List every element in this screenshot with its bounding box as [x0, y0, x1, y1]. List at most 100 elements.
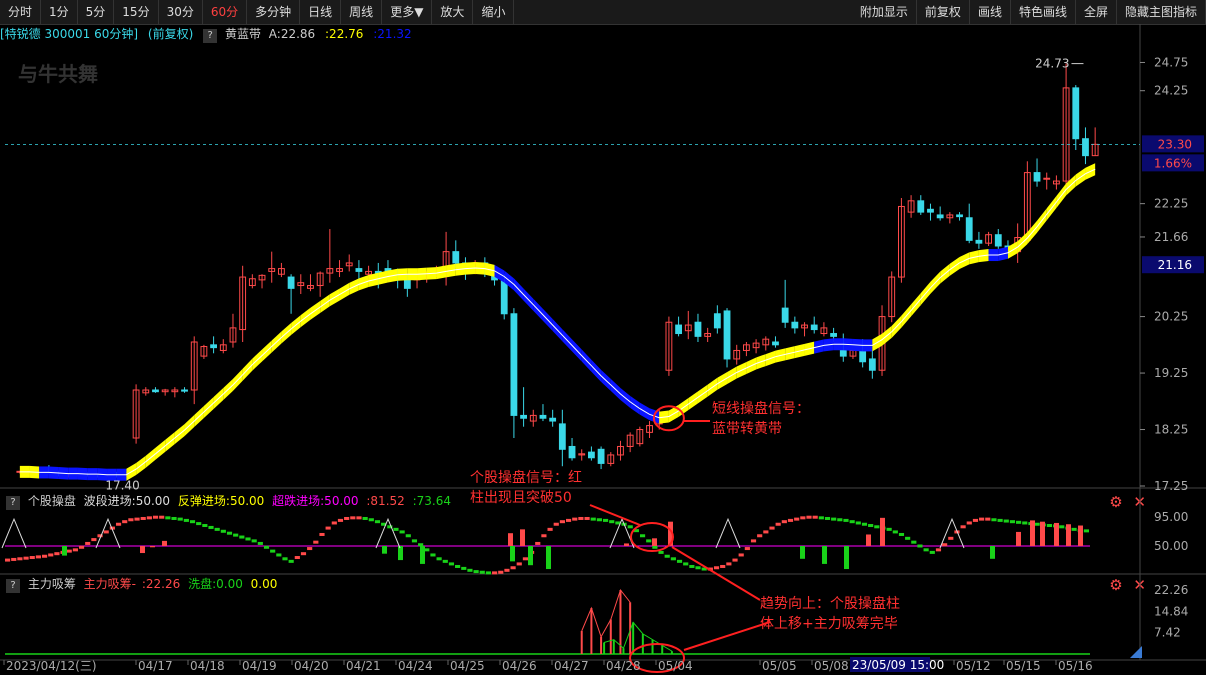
band-segment: [988, 249, 999, 262]
oscillator-dash: [313, 540, 319, 544]
band-segment: [610, 378, 621, 400]
oscillator-dash: [979, 517, 985, 521]
band-segment: [484, 262, 495, 277]
band-segment: [397, 268, 408, 281]
oscillator-dash: [35, 555, 41, 559]
indicator-yellow-value: :22.76: [325, 27, 364, 41]
candle-body: [1014, 237, 1022, 253]
oscillator-green-bar: [398, 546, 403, 561]
candle-body: [975, 239, 983, 244]
candle-body: [520, 414, 527, 419]
toolbar-right-btn-0[interactable]: 附加显示: [852, 0, 917, 24]
toolbar-btn-11[interactable]: 缩小: [473, 0, 515, 24]
band-segment: [1075, 167, 1086, 187]
band-segment: [775, 348, 786, 363]
toolbar-btn-3[interactable]: 15分: [114, 0, 159, 24]
oscillator-dash: [874, 525, 880, 529]
candle-body: [1053, 180, 1060, 185]
oscillator-dash: [541, 534, 547, 538]
oscillator-dash: [578, 516, 584, 520]
toolbar-right-btn-1[interactable]: 前复权: [917, 0, 970, 24]
oscillator-dash: [405, 534, 411, 538]
oscillator-dash: [208, 525, 214, 529]
adjust-mode[interactable]: (前复权): [148, 27, 193, 41]
candle-body: [345, 262, 353, 267]
help-icon[interactable]: ?: [203, 29, 218, 43]
toolbar-btn-6[interactable]: 多分钟: [247, 0, 301, 24]
settings-gear-icon[interactable]: ⚙: [1109, 493, 1122, 511]
toolbar-btn-9[interactable]: 更多▼: [382, 0, 433, 24]
settings-gear-icon[interactable]: ⚙: [1109, 576, 1122, 594]
toolbar-btn-0[interactable]: 分时: [0, 0, 42, 24]
panel2-name[interactable]: 个股操盘: [28, 494, 76, 508]
band-segment: [785, 346, 795, 361]
band-segment: [77, 467, 88, 481]
panel2-help-icon[interactable]: ?: [6, 496, 20, 510]
oscillator-dash: [374, 520, 381, 524]
oscillator-dash: [812, 515, 818, 519]
x-axis-label: 05/05: [762, 659, 797, 673]
band-segment: [562, 329, 573, 352]
close-icon[interactable]: ✕: [1133, 493, 1146, 511]
band-segment: [368, 272, 379, 288]
oscillator-dash: [794, 517, 800, 521]
toolbar-btn-7[interactable]: 日线: [300, 0, 342, 24]
toolbar-btn-2[interactable]: 5分: [78, 0, 115, 24]
oscillator-dash: [436, 557, 442, 561]
toolbar-btn-4[interactable]: 30分: [159, 0, 203, 24]
annotation-text: 趋势向上：个股操盘柱: [760, 595, 900, 612]
stock-title[interactable]: [特锐德 300001 60分钟]: [0, 27, 138, 41]
band-segment: [978, 249, 989, 263]
candle-body: [384, 268, 392, 275]
candle-body: [26, 470, 33, 473]
toolbar-right-btn-2[interactable]: 画线: [970, 0, 1011, 24]
band-segment: [736, 361, 747, 379]
oscillator-red-bar: [668, 521, 673, 546]
oscillator-dash: [226, 531, 233, 535]
panel3-help-icon[interactable]: ?: [6, 579, 20, 593]
toolbar-btn-1[interactable]: 1分: [41, 0, 78, 24]
x-axis-label: 04/25: [450, 659, 485, 673]
candle-body: [229, 327, 237, 343]
candle-body: [268, 268, 276, 272]
candle-body: [956, 214, 963, 218]
toolbar-right-btn-5[interactable]: 隐藏主图指标: [1117, 0, 1206, 24]
band-segment: [165, 432, 175, 452]
indicator-name[interactable]: 黄蓝带: [225, 27, 261, 41]
band-segment: [87, 468, 98, 481]
oscillator-dash: [547, 527, 553, 531]
oscillator-dash: [695, 566, 701, 570]
oscillator-dash: [1016, 520, 1022, 524]
oscillator-dash: [78, 545, 85, 549]
oscillator-dash: [183, 518, 189, 522]
oscillator-dash: [806, 515, 812, 519]
toolbar-btn-8[interactable]: 周线: [341, 0, 383, 24]
band-segment: [155, 439, 166, 460]
oscillator-dash: [1022, 521, 1028, 525]
band-segment: [823, 338, 834, 352]
oscillator-dash: [103, 530, 109, 534]
oscillator-dash: [350, 516, 356, 520]
oscillator-dash: [196, 522, 202, 526]
oscillator-dash: [1028, 522, 1034, 526]
panel3-name[interactable]: 主力吸筹: [28, 577, 76, 591]
oscillator-red-bar: [162, 540, 167, 546]
x-axis-label: 04/17: [138, 659, 173, 673]
toolbar-btn-10[interactable]: 放大: [432, 0, 474, 24]
oscillator-dash: [177, 517, 183, 521]
band-segment: [19, 465, 30, 478]
band-segment: [242, 358, 253, 381]
close-icon[interactable]: ✕: [1133, 576, 1146, 594]
oscillator-dash: [263, 545, 270, 549]
toolbar-right-btn-4[interactable]: 全屏: [1076, 0, 1117, 24]
candle-body: [113, 474, 121, 477]
oscillator-dash: [381, 522, 387, 526]
band-segment: [271, 331, 282, 353]
toolbar-btn-5[interactable]: 60分: [203, 0, 248, 24]
band-segment: [668, 404, 679, 423]
candle-body: [588, 451, 595, 459]
oscillator-dash: [325, 526, 331, 530]
oscillator-dash: [898, 532, 905, 536]
toolbar-right-btn-3[interactable]: 特色画线: [1011, 0, 1076, 24]
candle-body: [994, 234, 1002, 247]
